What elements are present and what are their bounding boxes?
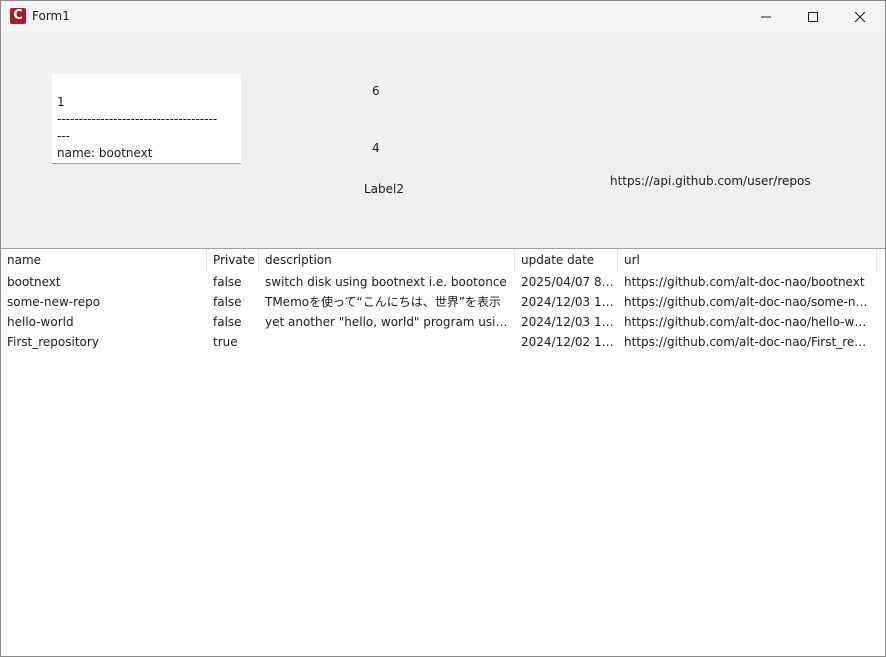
app-icon[interactable]: C [10,8,26,24]
label-count-4: 4 [372,141,380,155]
cell-url: https://github.com/alt-doc-nao/bootnext [624,275,865,289]
cell-update-date: 2024/12/03 16:... [521,295,618,309]
cell-name: First_repository [7,335,99,349]
cell-private: false [213,295,242,309]
column-header-name[interactable]: name [1,249,207,272]
cell-update-date: 2024/12/02 16:... [521,335,618,349]
label-count-6: 6 [372,84,380,98]
label2: Label2 [364,182,405,196]
close-button[interactable] [837,1,883,32]
list-row[interactable]: hello-world false yet another "hello, wo… [1,312,877,332]
cell-name: hello-world [7,315,74,329]
cell-url: https://github.com/alt-doc-nao/some-new-… [624,295,877,309]
window-title: Form1 [32,9,70,23]
title-bar[interactable]: C Form1 [1,1,885,32]
cell-description: switch disk using bootnext i.e. bootonce [265,275,507,289]
cell-private: false [213,275,242,289]
memo-line: --- [57,129,70,143]
main-window: C Form1 1 ------------------------------… [0,0,886,657]
api-url-label: https://api.github.com/user/repos [610,174,811,188]
cell-private: true [213,335,238,349]
cell-update-date: 2025/04/07 8:5... [521,275,618,289]
column-header-update-date[interactable]: update date [515,249,618,272]
cell-private: false [213,315,242,329]
list-row[interactable]: some-new-repo false TMemoを使って“こんにちは、世界”を… [1,292,877,312]
repo-list-view[interactable]: name Private description update date url… [1,248,885,656]
cell-name: some-new-repo [7,295,101,309]
memo-box[interactable]: 1 ------------------------------------- … [52,74,241,164]
memo-line: ------------------------------------- [57,112,218,126]
column-header-description[interactable]: description [259,249,515,272]
maximize-icon [808,11,818,22]
cell-url: https://github.com/alt-doc-nao/hello-wor… [624,315,877,329]
cell-description: yet another "hello, world" program using… [265,315,515,329]
cell-name: bootnext [7,275,61,289]
maximize-button[interactable] [790,1,836,32]
minimize-button[interactable] [743,1,789,32]
cell-update-date: 2024/12/03 14:... [521,315,618,329]
list-row[interactable]: bootnext false switch disk using bootnex… [1,272,877,292]
list-row[interactable]: First_repository true 2024/12/02 16:... … [1,332,877,352]
form-client-area: 1 ------------------------------------- … [1,32,885,656]
close-icon [855,11,865,22]
column-header-url[interactable]: url [618,249,877,272]
minimize-icon [761,16,771,17]
cell-description: TMemoを使って“こんにちは、世界”を表示 [265,295,501,309]
list-header: name Private description update date url [1,249,877,272]
column-header-private[interactable]: Private [207,249,259,272]
cell-description [259,332,515,352]
cell-url: https://github.com/alt-doc-nao/First_rep… [624,335,877,349]
memo-line: 1 [57,95,65,109]
memo-line: name: bootnext [57,146,153,160]
